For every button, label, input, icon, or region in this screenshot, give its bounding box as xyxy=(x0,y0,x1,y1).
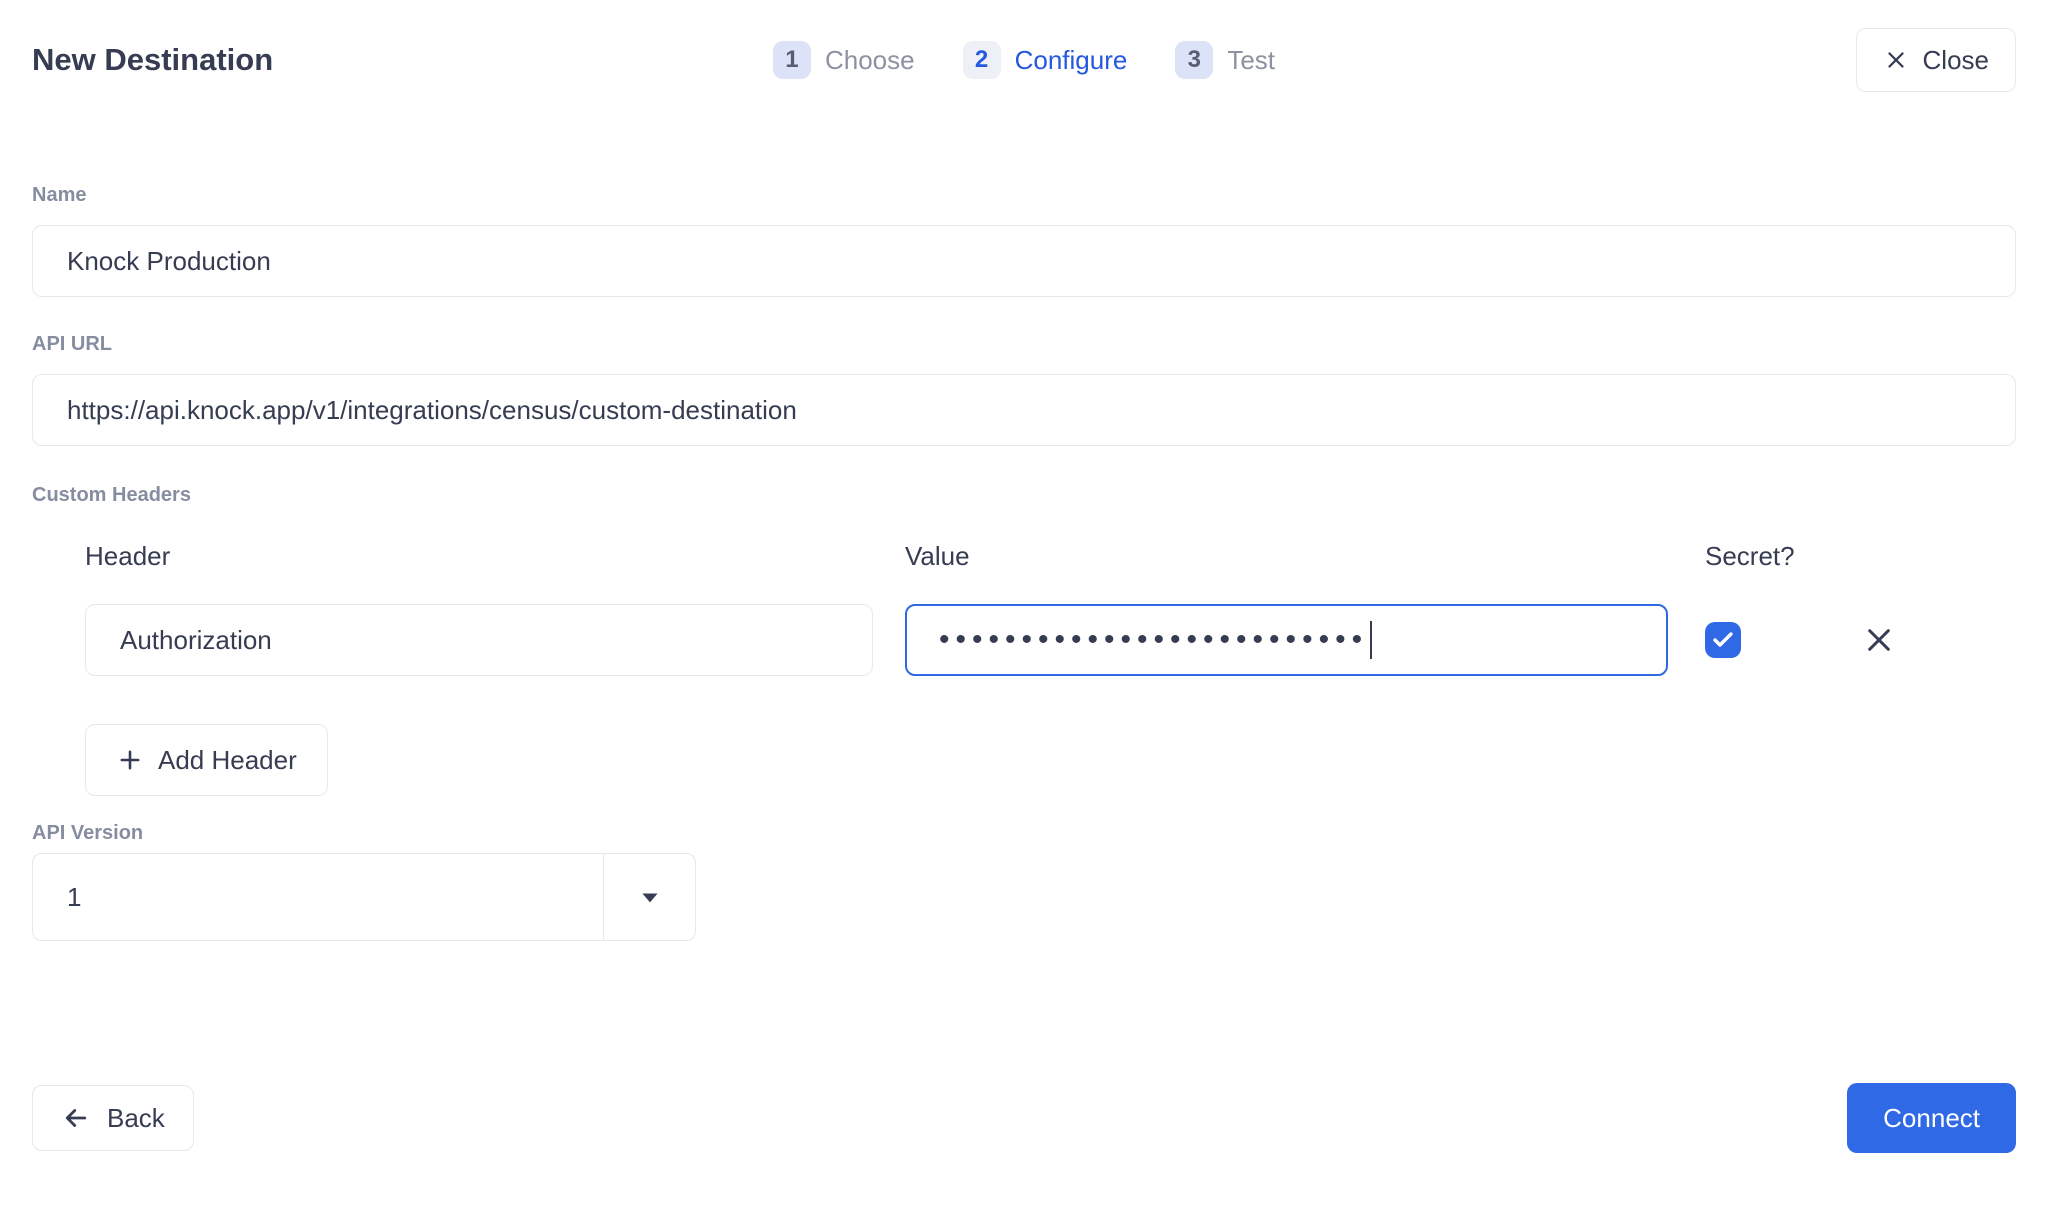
close-icon xyxy=(1883,47,1909,73)
step-label: Test xyxy=(1227,45,1275,76)
secret-cell xyxy=(1705,622,1895,658)
custom-headers-column-row: Header Value Secret? xyxy=(32,541,2016,572)
page-title: New Destination xyxy=(32,42,773,78)
header-value-input[interactable]: •••••••••••••••••••••••••• xyxy=(905,604,1668,676)
step-number-badge: 1 xyxy=(773,41,811,79)
connect-button-label: Connect xyxy=(1883,1103,1980,1133)
remove-header-button[interactable] xyxy=(1863,624,1895,656)
select-arrow-zone[interactable] xyxy=(603,854,695,940)
close-button-label: Close xyxy=(1923,45,1989,76)
add-header-button-label: Add Header xyxy=(158,745,297,776)
api-version-label: API Version xyxy=(32,822,2016,845)
column-header-secret: Secret? xyxy=(1705,541,1795,572)
column-header-header: Header xyxy=(85,541,873,572)
step-label: Choose xyxy=(825,45,915,76)
wizard-header: New Destination 1 Choose 2 Configure 3 T… xyxy=(32,28,2016,92)
column-header-value: Value xyxy=(905,541,1668,572)
connect-button[interactable]: Connect xyxy=(1847,1083,2016,1153)
name-input[interactable] xyxy=(32,225,2016,297)
header-name-input[interactable] xyxy=(85,604,873,676)
close-button[interactable]: Close xyxy=(1856,28,2016,92)
custom-headers-label: Custom Headers xyxy=(32,484,2016,507)
back-button[interactable]: Back xyxy=(32,1085,194,1151)
stepper-step-test[interactable]: 3 Test xyxy=(1175,41,1275,79)
arrow-left-icon xyxy=(61,1103,91,1133)
step-label: Configure xyxy=(1015,45,1128,76)
wizard-footer: Back Connect xyxy=(32,1083,2016,1153)
plus-icon xyxy=(116,746,144,774)
step-number-badge: 2 xyxy=(963,41,1001,79)
checkmark-icon xyxy=(1711,628,1735,652)
api-url-label: API URL xyxy=(32,333,2016,356)
name-label: Name xyxy=(32,184,2016,207)
secret-checkbox[interactable] xyxy=(1705,622,1741,658)
text-cursor xyxy=(1370,621,1372,659)
stepper-step-choose[interactable]: 1 Choose xyxy=(773,41,915,79)
api-version-selected-value: 1 xyxy=(33,854,603,940)
back-button-label: Back xyxy=(107,1103,165,1134)
masked-secret-value: •••••••••••••••••••••••••• xyxy=(939,625,1368,655)
custom-header-row: •••••••••••••••••••••••••• xyxy=(32,604,2016,676)
api-version-select[interactable]: 1 xyxy=(32,853,696,941)
wizard-stepper: 1 Choose 2 Configure 3 Test xyxy=(773,41,1275,79)
add-header-button[interactable]: Add Header xyxy=(85,724,328,796)
step-number-badge: 3 xyxy=(1175,41,1213,79)
api-url-input[interactable] xyxy=(32,374,2016,446)
chevron-down-icon xyxy=(636,883,664,911)
stepper-step-configure[interactable]: 2 Configure xyxy=(963,41,1128,79)
remove-x-icon xyxy=(1863,624,1895,656)
